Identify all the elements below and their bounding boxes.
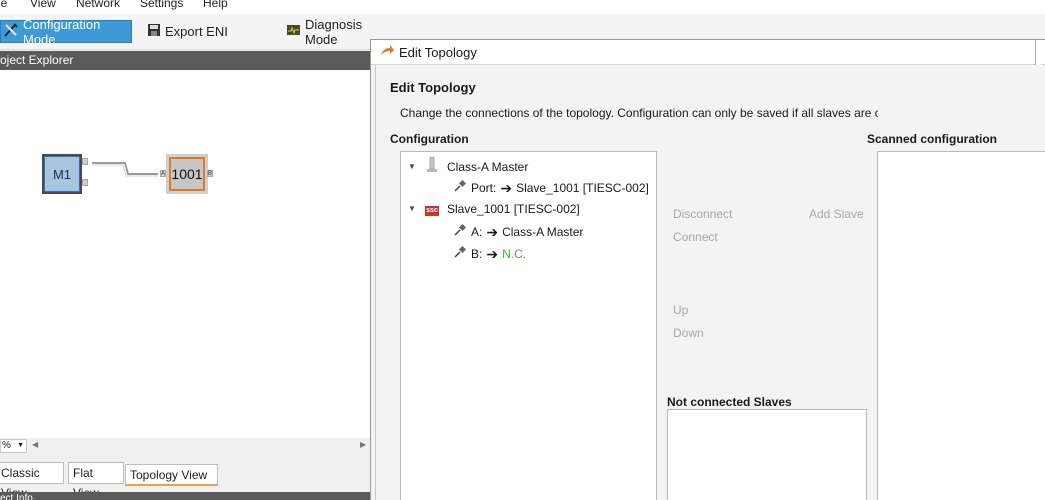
tree-item-slave-port-a[interactable]: A: ➔ Class-A Master [453,223,583,240]
scanned-configuration-label: Scanned configuration [867,132,998,146]
configuration-label: Configuration [390,132,469,146]
zoom-select[interactable]: % ▼ [0,439,27,453]
dialog-body: Edit Topology Change the connections of … [375,65,1045,500]
slave-node-label: 1001 [169,157,205,191]
port-plug-icon [453,223,467,240]
master-port-top [82,158,88,165]
tree-item-master-port[interactable]: Port: ➔ Slave_1001 [TIESC-002] [453,179,649,196]
arrow-right-icon: ➔ [500,179,513,196]
dialog-titlebar[interactable]: Edit Topology [371,40,1045,65]
disconnect-button[interactable]: Disconnect [673,207,732,221]
tools-icon [3,22,19,41]
port-plug-icon [453,179,467,196]
save-icon [147,23,161,40]
export-eni-label: Export ENI [165,24,228,39]
add-slave-button[interactable]: Add Slave [809,207,864,221]
configuration-tree[interactable]: ▼ Class-A Master Port: ➔ Slave_1001 [TIE… [400,151,657,500]
slave-port-b-label: B: [471,246,483,261]
tree-item-slave-port-b[interactable]: B: ➔ N.C. [453,245,526,262]
scroll-left-icon[interactable]: ◀ [32,440,38,449]
configuration-mode-button[interactable]: Configuration Mode [0,17,132,47]
master-port-bottom [82,179,88,186]
connection-lines [92,162,158,177]
ssc-chip-icon: ssc [425,206,439,216]
tab-classic-view[interactable]: Classic View [0,462,64,500]
master-label: Class-A Master [447,159,529,174]
port-plug-icon [453,245,467,262]
slave-port-a-target: Class-A Master [502,224,584,239]
master-port-target: Slave_1001 [TIESC-002] [516,180,649,195]
slave-port-a-label: A: [471,224,483,239]
slave-node[interactable]: 1001 [166,154,208,194]
menu-network[interactable]: Network [76,0,120,10]
slave-label: Slave_1001 [TIESC-002] [447,201,580,216]
project-info-header: ect Info [0,492,370,500]
tab-flat-view[interactable]: Flat View [68,462,124,500]
tree-item-slave[interactable]: ▼ ssc Slave_1001 [TIESC-002] [408,201,580,216]
topology-canvas[interactable]: M1 1001 A B [0,70,370,438]
collapse-icon[interactable]: ▼ [408,162,417,171]
not-connected-slaves-list[interactable] [667,409,867,500]
horizontal-scrollbar[interactable]: % ▼ ◀ ▶ [0,438,370,454]
tree-item-master[interactable]: ▼ Class-A Master [408,156,529,176]
scroll-right-icon[interactable]: ▶ [360,440,366,449]
master-device-icon [421,156,443,176]
collapse-icon[interactable]: ▼ [408,204,417,213]
connect-button[interactable]: Connect [673,230,718,244]
slave-port-a: A [160,170,166,177]
menu-file[interactable]: le [0,0,7,10]
menu-help[interactable]: Help [203,0,228,10]
not-connected-slaves-label: Not connected Slaves [667,395,792,409]
move-up-button[interactable]: Up [673,303,688,317]
menu-bar: le View Network Settings Help [0,0,1045,14]
diagnosis-icon [286,23,301,40]
move-down-button[interactable]: Down [673,326,704,340]
view-tabs: Classic View Flat View Topology View [0,460,370,500]
slave-port-b-target: N.C. [502,246,527,261]
chevron-down-icon: ▼ [17,442,24,449]
dialog-window-edge [1035,40,1041,65]
dialog-description: Change the connections of the topology. … [400,106,878,120]
scanned-configuration-tree[interactable] [877,151,1045,500]
master-node[interactable]: M1 [42,154,82,194]
arrow-right-icon: ➔ [486,245,499,262]
tab-topology-view[interactable]: Topology View [125,464,218,486]
dialog-heading: Edit Topology [390,80,476,95]
master-port-label: Port: [471,180,497,195]
export-eni-button[interactable]: Export ENI [143,20,238,43]
configuration-mode-label: Configuration Mode [23,16,101,47]
edit-topology-dialog: Edit Topology Edit Topology Change the c… [370,39,1045,500]
slave-port-b: B [207,170,213,177]
edit-arrow-icon [380,44,394,60]
arrow-right-icon: ➔ [486,223,499,240]
menu-view[interactable]: View [30,0,56,10]
dialog-title: Edit Topology [399,44,477,60]
project-explorer-header: oject Explorer [0,51,370,70]
zoom-value: % [2,440,11,451]
master-node-label: M1 [44,156,80,192]
menu-settings[interactable]: Settings [140,0,183,10]
